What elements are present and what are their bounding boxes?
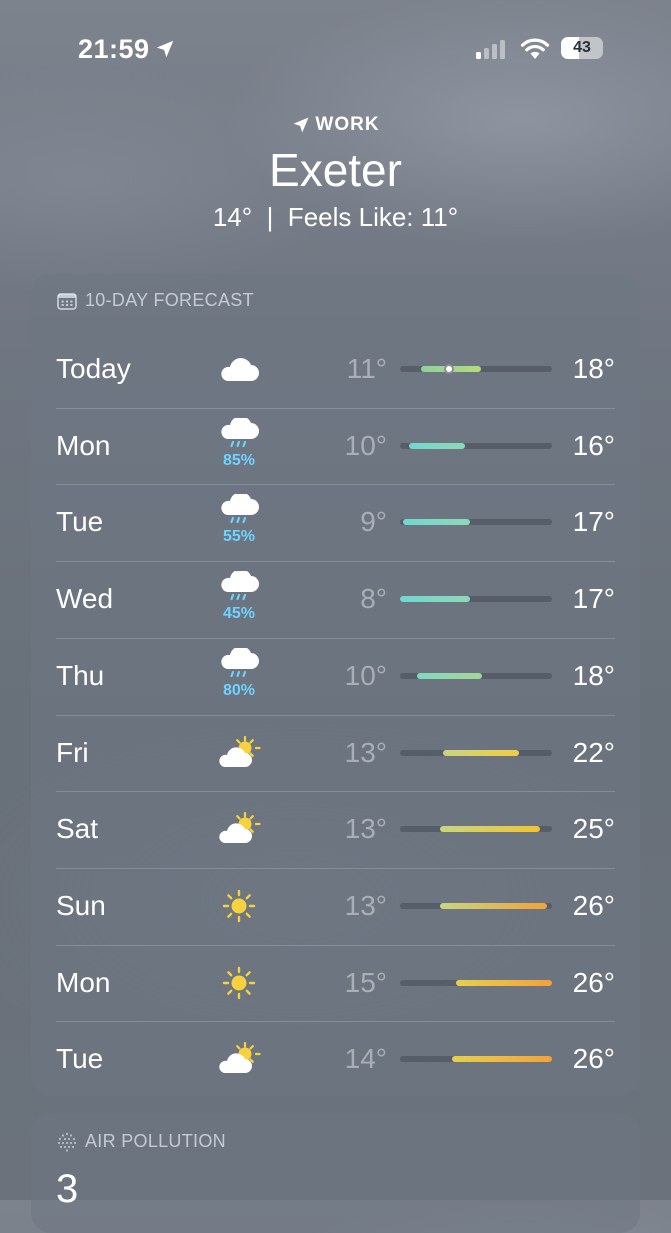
location-arrow-icon <box>293 117 309 133</box>
air-quality-icon <box>57 1132 77 1152</box>
forecast-row[interactable]: Sun 13° 26° <box>31 867 640 944</box>
status-time: 21:59 <box>78 34 150 64</box>
low-temperature: 10° <box>344 429 387 461</box>
air-pollution-card[interactable]: AIR POLLUTION 3 <box>31 1113 640 1233</box>
air-pollution-header: AIR POLLUTION <box>57 1131 226 1152</box>
rain-cloud-icon: 85% <box>214 408 264 484</box>
high-temperature: 18° <box>572 659 615 691</box>
high-temperature: 26° <box>572 889 615 921</box>
calendar-icon <box>57 292 77 310</box>
forecast-day-label: Thu <box>56 659 105 691</box>
forecast-day-label: Tue <box>56 506 104 538</box>
temperature-range-track <box>400 979 552 986</box>
forecast-row[interactable]: Mon 85% 10° 16° <box>31 407 640 484</box>
forecast-day-label: Fri <box>56 736 89 768</box>
forecast-day-label: Mon <box>56 966 111 998</box>
location-header: WORK Exeter 14° | Feels Like: 11° <box>0 112 671 234</box>
partly-sunny-icon <box>214 715 264 791</box>
forecast-day-label: Today <box>56 353 131 384</box>
high-temperature: 18° <box>572 353 615 384</box>
temperature-range-track <box>400 442 552 449</box>
rain-cloud-icon: 80% <box>214 638 264 714</box>
precipitation-chance: 45% <box>222 605 256 623</box>
precipitation-chance: 80% <box>222 681 256 699</box>
forecast-row[interactable]: Today 11° 18° <box>31 331 640 407</box>
current-temperature-marker <box>443 364 454 374</box>
temperature-range-track <box>400 596 552 603</box>
low-temperature: 13° <box>344 813 387 845</box>
low-temperature: 9° <box>360 506 387 538</box>
temperature-range-track <box>400 902 552 909</box>
low-temperature: 14° <box>344 1043 387 1075</box>
rain-cloud-icon: 55% <box>214 484 264 560</box>
high-temperature: 26° <box>572 1043 615 1075</box>
low-temperature: 13° <box>344 736 387 768</box>
high-temperature: 25° <box>572 813 615 845</box>
sun-icon <box>214 945 264 1021</box>
rain-cloud-icon: 45% <box>214 561 264 637</box>
wifi-icon <box>520 38 550 59</box>
location-label-text: WORK <box>315 114 380 135</box>
temperature-range-bar <box>442 749 519 756</box>
forecast-row[interactable]: Wed 45% 8° 17° <box>31 561 640 637</box>
ten-day-forecast-card[interactable]: 10-DAY FORECAST Today 11° 18° Mon 85% 10° 16° T… <box>31 274 640 1096</box>
temperature-range-bar <box>403 519 470 526</box>
forecast-row[interactable]: Tue 55% 9° 17° <box>31 484 640 560</box>
partly-sunny-icon <box>214 1021 264 1097</box>
high-temperature: 17° <box>572 583 615 615</box>
temperature-range-bar <box>439 826 540 833</box>
temperature-range-track <box>400 364 552 374</box>
air-pollution-title: AIR POLLUTION <box>85 1131 226 1151</box>
low-temperature: 13° <box>344 889 387 921</box>
forecast-card-header: 10-DAY FORECAST <box>57 290 254 311</box>
temperature-range-bar <box>400 596 470 603</box>
temperature-range-track <box>400 826 552 833</box>
forecast-day-label: Sun <box>56 889 106 921</box>
precipitation-chance: 85% <box>222 451 256 469</box>
low-temperature: 10° <box>344 659 387 691</box>
sun-icon <box>214 868 264 944</box>
forecast-day-label: Wed <box>56 583 114 615</box>
temperature-range-bar <box>416 672 483 679</box>
cloud-icon <box>214 331 264 407</box>
forecast-day-label: Mon <box>56 429 111 461</box>
status-bar: 21:59 43 <box>0 0 671 100</box>
temperature-range-bar <box>456 979 552 986</box>
city-name: Exeter <box>269 144 402 196</box>
temperature-range-track <box>400 1056 552 1063</box>
temperature-range-bar <box>439 902 548 909</box>
location-arrow-icon <box>156 40 174 58</box>
forecast-day-label: Tue <box>56 1043 104 1075</box>
forecast-day-label: Sat <box>56 813 99 845</box>
battery-level: 43 <box>573 39 591 56</box>
forecast-row[interactable]: Thu 80% 10° 18° <box>31 637 640 714</box>
high-temperature: 17° <box>572 506 615 538</box>
forecast-row[interactable]: Mon 15° 26° <box>31 944 640 1021</box>
forecast-row[interactable]: Tue 14° 26° <box>31 1021 640 1097</box>
temperature-range-bar <box>409 442 466 449</box>
low-temperature: 11° <box>346 353 387 384</box>
air-pollution-value: 3 <box>56 1167 79 1211</box>
cellular-signal-icon <box>476 39 505 59</box>
location-label: WORK <box>0 112 671 138</box>
temperature-range-bar <box>451 1056 552 1063</box>
low-temperature: 8° <box>360 583 387 615</box>
partly-sunny-icon <box>214 791 264 867</box>
low-temperature: 15° <box>344 966 387 998</box>
high-temperature: 16° <box>572 429 615 461</box>
battery-icon: 43 <box>561 37 603 59</box>
forecast-card-title: 10-DAY FORECAST <box>85 290 254 310</box>
precipitation-chance: 55% <box>222 528 256 546</box>
high-temperature: 26° <box>572 966 615 998</box>
forecast-row[interactable]: Fri 13° 22° <box>31 714 640 791</box>
temperature-range-track <box>400 749 552 756</box>
temperature-range-track <box>400 672 552 679</box>
forecast-row[interactable]: Sat 13° 25° <box>31 791 640 867</box>
temperature-range-track <box>400 519 552 526</box>
high-temperature: 22° <box>572 736 615 768</box>
current-temperature: 14° | Feels Like: 11° <box>212 202 459 232</box>
